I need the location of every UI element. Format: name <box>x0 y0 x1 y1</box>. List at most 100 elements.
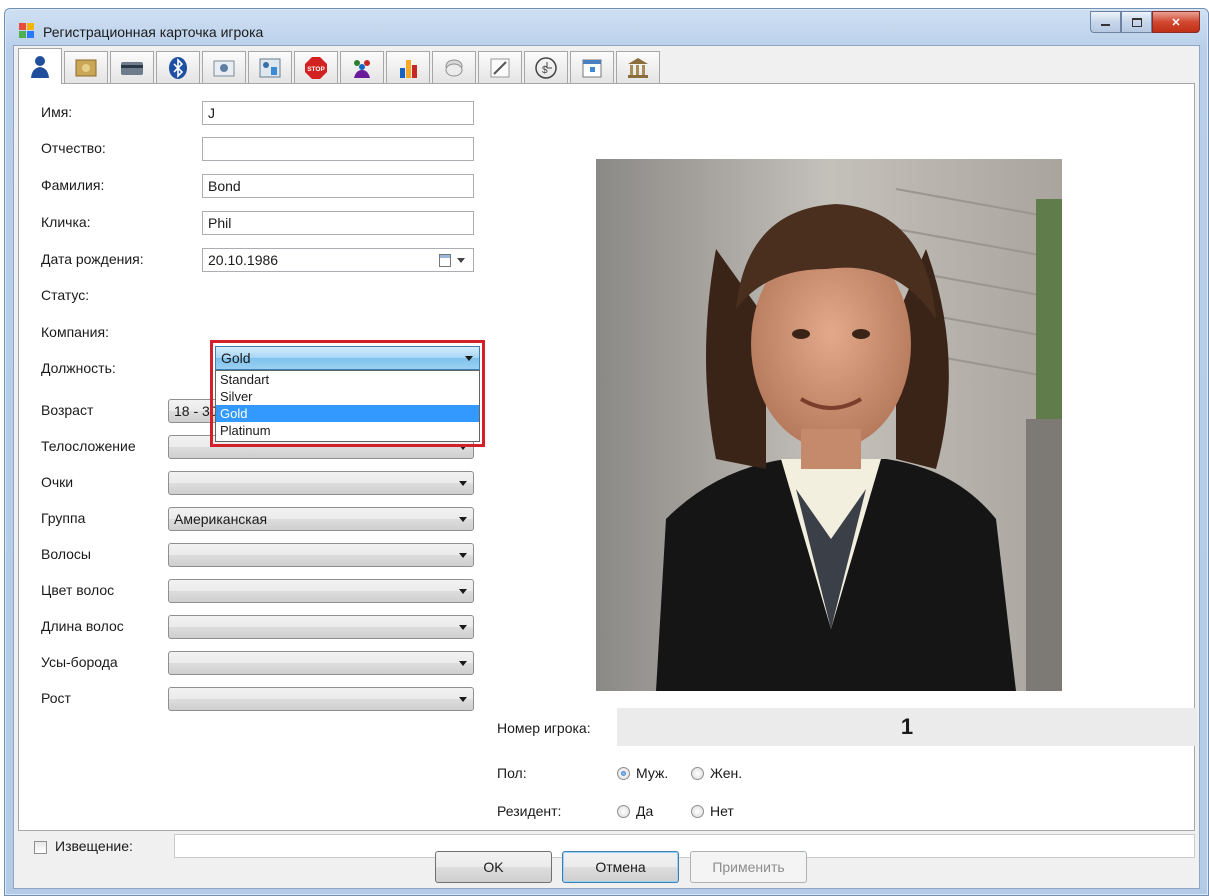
status-option-standart[interactable]: Standart <box>216 371 479 388</box>
money-clock-icon: $ <box>535 57 557 79</box>
chevron-down-icon <box>457 258 465 263</box>
group-select[interactable]: Американская <box>168 507 474 531</box>
people-icon <box>354 60 370 78</box>
calendar-dropdown-icon[interactable] <box>439 254 451 267</box>
tab-chart[interactable] <box>386 51 430 84</box>
player-number-label: Номер игрока: <box>497 720 591 736</box>
resident-no-radio[interactable] <box>691 805 704 818</box>
hair-color-label: Цвет волос <box>41 582 115 598</box>
apply-button[interactable]: Применить <box>690 851 807 883</box>
close-icon: ✕ <box>1171 16 1181 29</box>
gender-female-radio[interactable] <box>691 767 704 780</box>
notice-label: Извещение: <box>55 838 133 854</box>
folder-icon <box>75 59 97 77</box>
mustache-label: Усы-борода <box>41 654 118 670</box>
company-label: Компания: <box>41 324 109 340</box>
first-name-field[interactable]: J <box>202 101 474 125</box>
tab-card[interactable] <box>110 51 154 84</box>
birth-date-label: Дата рождения: <box>41 251 144 267</box>
bank-icon <box>628 58 648 78</box>
status-dropdown-list: Standart Silver Gold Platinum <box>215 370 480 442</box>
last-name-label: Фамилия: <box>41 177 105 193</box>
pen-icon <box>490 58 510 78</box>
group-select-value: Американская <box>174 511 268 527</box>
tab-pen[interactable] <box>478 51 522 84</box>
tab-personal[interactable] <box>18 48 62 84</box>
hair-length-label: Длина волос <box>41 618 124 634</box>
last-name-field[interactable]: Bond <box>202 174 474 198</box>
stop-icon: STOP <box>305 57 327 79</box>
birth-date-value: 20.10.1986 <box>208 252 279 268</box>
hair-length-select[interactable] <box>168 615 474 639</box>
card-icon <box>121 62 143 75</box>
chevron-down-icon <box>459 697 467 702</box>
resident-yes-label: Да <box>636 803 654 819</box>
age-label: Возраст <box>41 402 94 418</box>
calendar-icon <box>582 59 602 78</box>
bluetooth-icon <box>169 57 187 79</box>
build-label: Телосложение <box>41 438 136 454</box>
nickname-field[interactable]: Phil <box>202 211 474 235</box>
tab-bluetooth[interactable] <box>156 51 200 84</box>
chevron-down-icon <box>459 589 467 594</box>
registration-window: Регистрационная карточка игрока ✕ STOP $… <box>4 8 1209 896</box>
minimize-button[interactable] <box>1090 11 1121 33</box>
portrait-image <box>596 159 1062 691</box>
resident-label: Резидент: <box>497 803 562 819</box>
hair-color-select[interactable] <box>168 579 474 603</box>
cancel-button[interactable]: Отмена <box>562 851 679 883</box>
group-label: Группа <box>41 510 86 526</box>
glasses-select[interactable] <box>168 471 474 495</box>
notice-checkbox[interactable] <box>34 841 47 854</box>
status-option-platinum[interactable]: Platinum <box>216 422 479 439</box>
hair-select[interactable] <box>168 543 474 567</box>
notice-field[interactable] <box>174 834 1195 858</box>
status-option-silver[interactable]: Silver <box>216 388 479 405</box>
svg-text:STOP: STOP <box>307 66 325 73</box>
status-select[interactable]: Gold <box>215 346 480 370</box>
chevron-down-icon <box>459 481 467 486</box>
chevron-down-icon <box>465 356 473 361</box>
tab-strip: STOP $ <box>18 48 662 84</box>
tab-folder[interactable] <box>64 51 108 84</box>
close-button[interactable]: ✕ <box>1152 11 1200 33</box>
tab-bank[interactable] <box>616 51 660 84</box>
resident-yes-radio[interactable] <box>617 805 630 818</box>
glasses-label: Очки <box>41 474 74 490</box>
maximize-button[interactable] <box>1121 11 1152 33</box>
resident-no-label: Нет <box>710 803 734 819</box>
tab-chips[interactable] <box>432 51 476 84</box>
title-bar[interactable]: Регистрационная карточка игрока ✕ <box>5 9 1208 47</box>
tab-camera[interactable] <box>202 51 246 84</box>
status-option-gold[interactable]: Gold <box>216 405 479 422</box>
chip-icon <box>445 59 463 77</box>
mustache-select[interactable] <box>168 651 474 675</box>
tab-stop[interactable]: STOP <box>294 51 338 84</box>
gender-male-label: Муж. <box>636 765 669 781</box>
player-number-value: 1 <box>617 708 1197 746</box>
position-label: Должность: <box>41 360 116 376</box>
person-icon <box>31 55 49 78</box>
nickname-label: Кличка: <box>41 214 91 230</box>
app-icon <box>19 23 35 39</box>
tab-calendar[interactable] <box>570 51 614 84</box>
tab-people[interactable] <box>340 51 384 84</box>
middle-name-field[interactable] <box>202 137 474 161</box>
window-title: Регистрационная карточка игрока <box>43 24 264 40</box>
height-select[interactable] <box>168 687 474 711</box>
chevron-down-icon <box>459 661 467 666</box>
first-name-label: Имя: <box>41 104 73 120</box>
height-label: Рост <box>41 690 71 706</box>
id-card-icon <box>259 58 281 78</box>
ok-button[interactable]: OK <box>435 851 552 883</box>
status-label: Статус: <box>41 287 90 303</box>
chevron-down-icon <box>459 625 467 630</box>
tab-id-card[interactable] <box>248 51 292 84</box>
gender-female-label: Жен. <box>710 765 743 781</box>
tab-money-clock[interactable]: $ <box>524 51 568 84</box>
player-photo[interactable] <box>596 159 1062 691</box>
gender-male-radio[interactable] <box>617 767 630 780</box>
bar-chart-icon <box>400 60 417 78</box>
birth-date-picker[interactable]: 20.10.1986 <box>202 248 474 272</box>
client-area: STOP $ Имя: J Отчество: Фамилия: Bond Кл… <box>13 45 1200 889</box>
